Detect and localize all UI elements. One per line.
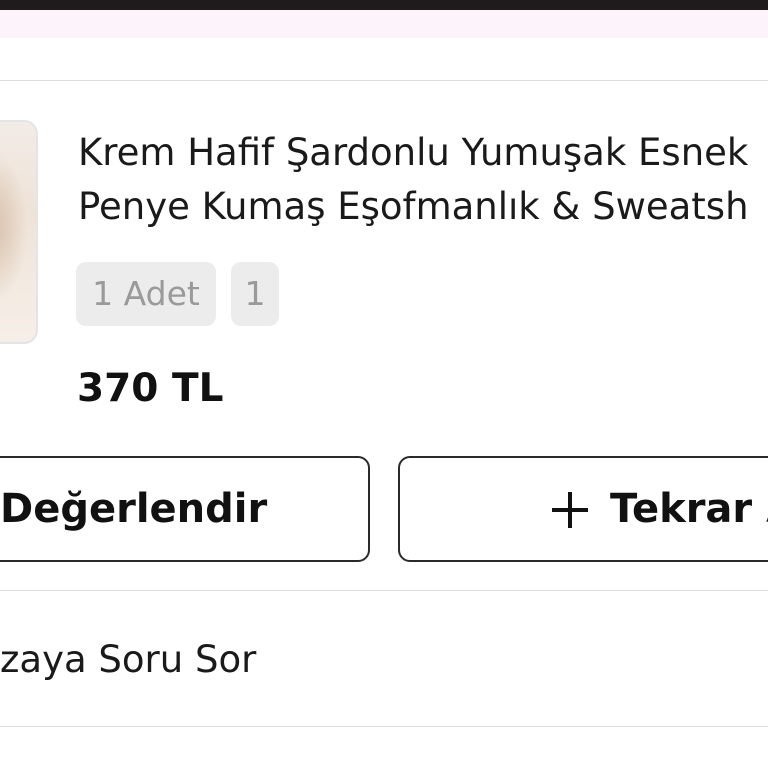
product-price: 370 TL (77, 366, 224, 411)
ask-seller-link[interactable]: zaya Soru Sor (0, 630, 256, 690)
product-image-detail (0, 152, 28, 302)
order-detail-screen: Krem Hafif Şardonlu Yumuşak Esnek Penye … (0, 0, 768, 768)
quantity-chip: 1 Adet (76, 262, 216, 326)
divider-middle (0, 590, 768, 591)
reorder-button[interactable]: Tekrar A (398, 456, 768, 562)
product-thumbnail[interactable] (0, 120, 38, 344)
product-title-line-1: Krem Hafif Şardonlu Yumuşak Esnek (78, 131, 749, 174)
top-bar (0, 0, 768, 10)
top-band (0, 10, 768, 38)
reorder-button-label: Tekrar A (610, 486, 768, 532)
divider-top (0, 80, 768, 81)
product-title[interactable]: Krem Hafif Şardonlu Yumuşak Esnek Penye … (78, 126, 768, 234)
review-button-label: Değerlendir (0, 486, 268, 532)
product-title-line-2: Penye Kumaş Eşofmanlık & Sweatsh (78, 185, 749, 228)
plus-icon (550, 490, 590, 530)
size-chip: 1 (231, 262, 279, 326)
divider-bottom (0, 726, 768, 727)
review-button[interactable]: Değerlendir (0, 456, 370, 562)
